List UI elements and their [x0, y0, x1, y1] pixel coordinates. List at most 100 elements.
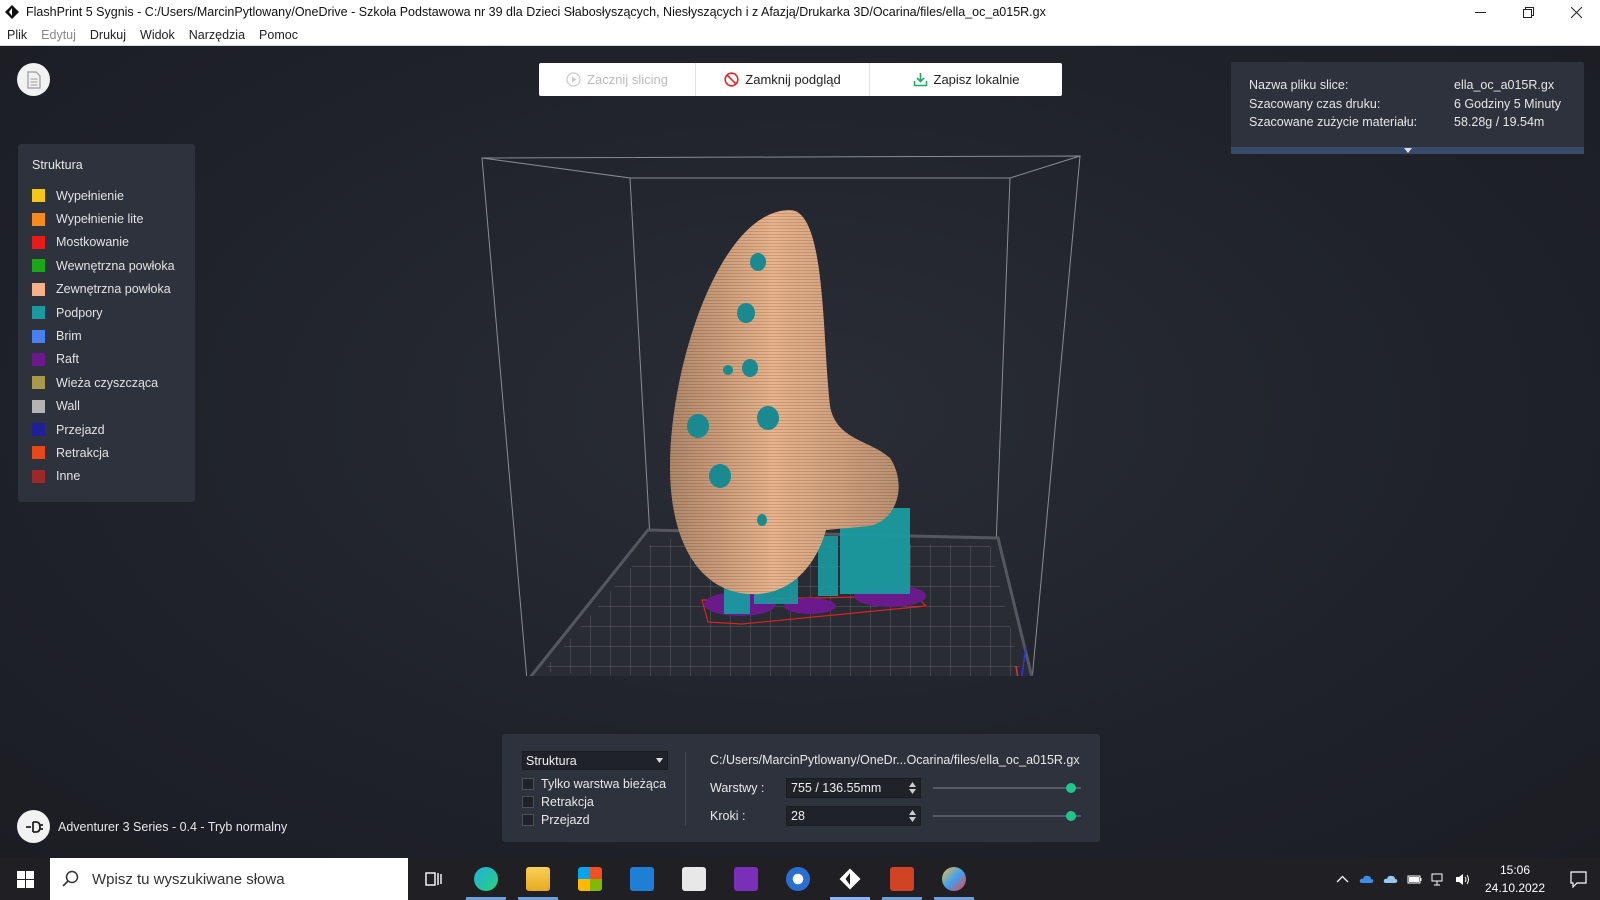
- taskbar-onenote[interactable]: [720, 858, 772, 900]
- prohibited-icon: [724, 72, 739, 87]
- taskbar-search-box[interactable]: Wpisz tu wyszukiwane słowa: [50, 858, 408, 900]
- current-layer-only-label: Tylko warstwa bieżąca: [541, 777, 667, 791]
- show-hidden-icons-button[interactable]: [1330, 858, 1354, 900]
- layers-spinbox[interactable]: 755 / 136.55mm: [786, 778, 921, 798]
- legend-item: Wypełnienie lite: [32, 207, 181, 230]
- taskbar-clock[interactable]: 15:06 24.10.2022: [1474, 861, 1556, 897]
- close-icon: [1570, 6, 1582, 18]
- clock-time: 15:06: [1499, 863, 1531, 877]
- legend-item: Retrakcja: [32, 441, 181, 464]
- legend-label: Wypełnienie lite: [56, 212, 144, 227]
- menu-bar: Plik Edytuj Drukuj Widok Narzędzia Pomoc: [0, 24, 1600, 46]
- onedrive-tray[interactable]: [1354, 858, 1378, 900]
- 3d-model-scene[interactable]: [470, 106, 1090, 676]
- legend-item: Inne: [32, 465, 181, 488]
- printer-icon-button[interactable]: [17, 810, 50, 843]
- layer-control-panel: Struktura Tylko warstwa bieżąca Retrakcj…: [502, 734, 1100, 842]
- legend-label: Inne: [56, 469, 81, 484]
- minimize-button[interactable]: [1456, 0, 1504, 24]
- checkbox-box[interactable]: [522, 796, 534, 808]
- network-tray[interactable]: [1426, 858, 1450, 900]
- file-name-value: ella_oc_a015R.gx: [1454, 78, 1555, 93]
- spin-arrows-icon: [909, 782, 916, 794]
- start-button[interactable]: [0, 858, 50, 900]
- search-placeholder: Wpisz tu wyszukiwane słowa: [92, 870, 285, 888]
- legend-item: Wieża czyszcząca: [32, 371, 181, 394]
- legend-item: Raft: [32, 348, 181, 371]
- preview-toolbar: Zacznij slicing Zamknij podgląd Zapisz l…: [539, 63, 1062, 96]
- battery-icon: [1407, 875, 1421, 883]
- speaker-icon: [1455, 873, 1469, 885]
- system-tray: 15:06 24.10.2022: [1330, 858, 1600, 900]
- battery-tray[interactable]: [1402, 858, 1426, 900]
- layers-slider[interactable]: [933, 778, 1081, 798]
- restore-button[interactable]: [1504, 0, 1552, 24]
- legend-swatch: [32, 469, 45, 483]
- save-locally-button[interactable]: Zapisz lokalnie: [869, 63, 1062, 96]
- start-slicing-button[interactable]: Zacznij slicing: [539, 63, 695, 96]
- clock-date: 24.10.2022: [1484, 881, 1546, 895]
- spin-arrows-icon: [909, 810, 916, 822]
- menu-edytuj[interactable]: Edytuj: [34, 28, 83, 42]
- menu-plik[interactable]: Plik: [0, 28, 34, 42]
- layers-value: 755 / 136.55mm: [791, 781, 882, 795]
- checkbox-box[interactable]: [522, 814, 534, 826]
- close-preview-label: Zamknij podgląd: [745, 72, 841, 87]
- steps-slider[interactable]: [933, 806, 1081, 826]
- slice-info-panel: Nazwa pliku slice: ella_oc_a015R.gx Szaco…: [1231, 62, 1584, 154]
- title-bar: FlashPrint 5 Sygnis - C:/Users/MarcinPyt…: [0, 0, 1600, 24]
- document-icon: [26, 70, 41, 89]
- print-time-value: 6 Godziny 5 Minuty: [1454, 96, 1561, 111]
- window-title: FlashPrint 5 Sygnis - C:/Users/MarcinPyt…: [26, 5, 1046, 19]
- taskbar-flashprint[interactable]: [824, 858, 876, 900]
- legend-swatch: [32, 376, 45, 390]
- preview-viewport[interactable]: Zacznij slicing Zamknij podgląd Zapisz l…: [0, 46, 1600, 858]
- print-time-label: Szacowany czas druku:: [1249, 96, 1381, 111]
- taskbar-edge[interactable]: [460, 858, 512, 900]
- menu-widok[interactable]: Widok: [133, 28, 182, 42]
- taskbar-editor[interactable]: [668, 858, 720, 900]
- folder-icon: [526, 867, 550, 891]
- powerpoint-icon: [890, 867, 914, 891]
- menu-narzedzia[interactable]: Narzędzia: [182, 28, 252, 42]
- volume-tray[interactable]: [1450, 858, 1474, 900]
- view-mode-select[interactable]: Struktura: [522, 751, 668, 770]
- retraction-checkbox[interactable]: Retrakcja: [522, 795, 594, 809]
- taskbar-file-explorer[interactable]: [512, 858, 564, 900]
- taskbar-store[interactable]: [564, 858, 616, 900]
- slider-handle[interactable]: [1065, 811, 1076, 821]
- menu-pomoc[interactable]: Pomoc: [252, 28, 305, 42]
- slider-handle[interactable]: [1065, 783, 1076, 793]
- checkbox-box[interactable]: [522, 778, 534, 790]
- travel-checkbox[interactable]: Przejazd: [522, 813, 590, 827]
- file-name-label: Nazwa pliku slice:: [1249, 78, 1349, 93]
- onedrive-personal-tray[interactable]: [1378, 858, 1402, 900]
- close-preview-button[interactable]: Zamknij podgląd: [695, 63, 869, 96]
- printer-status[interactable]: Adventurer 3 Series - 0.4 - Tryb normaln…: [17, 810, 287, 843]
- close-window-button[interactable]: [1552, 0, 1600, 24]
- taskbar-browser[interactable]: [772, 858, 824, 900]
- legend-item: Brim: [32, 324, 181, 347]
- windows-taskbar: Wpisz tu wyszukiwane słowa 15:06 24.10.2…: [0, 858, 1600, 900]
- file-list-button[interactable]: [17, 63, 50, 96]
- menu-drukuj[interactable]: Drukuj: [83, 28, 133, 42]
- start-slicing-label: Zacznij slicing: [587, 72, 668, 87]
- plug-icon: [25, 820, 43, 833]
- legend-swatch: [32, 399, 45, 413]
- legend-swatch: [32, 282, 45, 296]
- taskbar-powerpoint[interactable]: [876, 858, 928, 900]
- notification-center-button[interactable]: [1556, 858, 1600, 900]
- current-layer-only-checkbox[interactable]: Tylko warstwa bieżąca: [522, 777, 666, 791]
- legend-item: Wypełnienie: [32, 184, 181, 207]
- task-view-button[interactable]: [408, 858, 460, 900]
- legend-swatch: [32, 329, 45, 343]
- legend-label: Wall: [56, 399, 80, 414]
- browser-icon: [786, 867, 810, 891]
- steps-spinbox[interactable]: 28: [786, 806, 921, 826]
- restore-icon: [1522, 6, 1534, 18]
- taskbar-mail[interactable]: [616, 858, 668, 900]
- legend-swatch: [32, 189, 45, 203]
- info-collapse-toggle[interactable]: [1231, 147, 1584, 154]
- legend-label: Raft: [56, 352, 79, 367]
- taskbar-paint[interactable]: [928, 858, 980, 900]
